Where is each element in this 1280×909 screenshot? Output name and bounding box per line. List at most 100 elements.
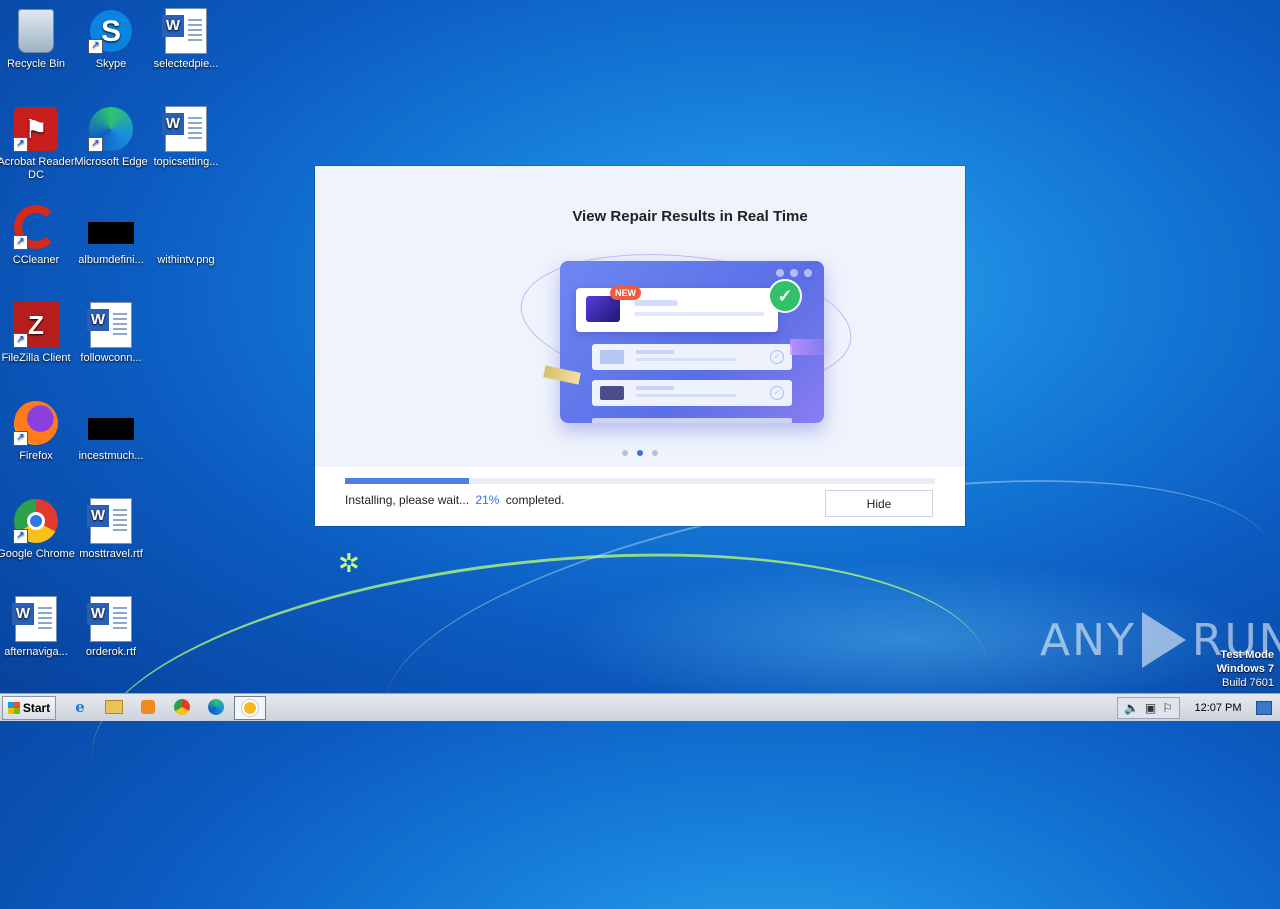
- desktop-icon-label: albumdefini...: [78, 254, 144, 266]
- desktop-icon-label: Recycle Bin: [6, 58, 66, 70]
- desktop-icon-chrome[interactable]: ↗ Google Chrome: [0, 498, 75, 561]
- desktop-icon-afternaviga[interactable]: W afternaviga...: [0, 596, 75, 659]
- glow-decoration: [790, 339, 834, 355]
- desktop-icon-recycle-bin[interactable]: Recycle Bin: [0, 8, 75, 71]
- taskbar-edge-button[interactable]: [206, 698, 226, 716]
- desktop-icon-label: Acrobat Reader DC: [0, 156, 75, 181]
- desktop-icon-label: Microsoft Edge: [74, 156, 148, 168]
- shortcut-arrow-icon: ↗: [88, 137, 103, 152]
- action-center-flag-icon[interactable]: ⚐: [1162, 701, 1173, 715]
- media-player-icon: [141, 700, 155, 714]
- os-label: Windows 7: [1216, 663, 1274, 675]
- desktop-icon-mosttravel[interactable]: W mosttravel.rtf: [72, 498, 150, 561]
- hide-button[interactable]: Hide: [825, 490, 933, 517]
- test-mode-label: Test Mode: [1220, 649, 1274, 661]
- install-progress-fill: [345, 478, 469, 484]
- shortcut-arrow-icon: ↗: [13, 431, 28, 446]
- status-suffix: completed.: [505, 493, 565, 507]
- shortcut-arrow-icon: ↗: [13, 333, 28, 348]
- desktop-icon-label: CCleaner: [12, 254, 60, 266]
- folder-icon: [105, 700, 123, 714]
- desktop-icon-filezilla[interactable]: Z ↗ FileZilla Client: [0, 302, 75, 365]
- desktop-icon-acrobat[interactable]: ⚑ ↗ Acrobat Reader DC: [0, 106, 75, 182]
- desktop-icon-withintv[interactable]: withintv.png: [147, 204, 225, 267]
- desktop-icon-label: afternaviga...: [4, 646, 68, 658]
- taskbar-chrome-button[interactable]: [172, 698, 192, 716]
- taskbar-explorer-button[interactable]: [104, 698, 124, 716]
- carousel-dot-active[interactable]: [637, 450, 643, 456]
- start-button[interactable]: Start: [2, 696, 56, 720]
- desktop-icon-label: incestmuch...: [78, 450, 144, 462]
- desktop-icon-label: orderok.rtf: [85, 646, 137, 658]
- new-badge: NEW: [610, 286, 641, 300]
- install-status-text: Installing, please wait... 21% completed…: [345, 493, 565, 507]
- illustration-panel: NEW ✓ ✓ ✓: [543, 261, 834, 423]
- volume-icon[interactable]: 🔈: [1124, 701, 1139, 715]
- desktop-icon-label: mosttravel.rtf: [79, 548, 143, 560]
- installer-dialog: View Repair Results in Real Time NEW ✓ ✓…: [315, 166, 965, 526]
- internet-explorer-icon: e: [75, 698, 85, 716]
- tray-icons: 🔈 ▣ ⚐: [1116, 696, 1180, 719]
- desktop-icon-albumdefini[interactable]: albumdefini...: [72, 204, 150, 267]
- watermark-left: ANY: [1040, 614, 1136, 666]
- window-dots-icon: [776, 269, 812, 277]
- word-document-icon: W: [87, 498, 132, 544]
- desktop-icon-incestmuch[interactable]: incestmuch...: [72, 400, 150, 463]
- desktop-icon-orderok[interactable]: W orderok.rtf: [72, 596, 150, 659]
- desktop-icon-label: followconn...: [80, 352, 142, 364]
- carousel-dot[interactable]: [652, 450, 658, 456]
- desktop-icon-followconn[interactable]: W followconn...: [72, 302, 150, 365]
- status-prefix: Installing, please wait...: [345, 493, 470, 507]
- word-document-icon: W: [87, 302, 132, 348]
- windows-logo-icon: [7, 702, 20, 714]
- illustration-card-main: NEW: [576, 286, 778, 332]
- taskbar-ie-button[interactable]: e: [70, 698, 90, 716]
- word-document-icon: W: [12, 596, 57, 642]
- image-thumbnail-icon: [163, 221, 209, 244]
- play-logo-icon: [1141, 612, 1186, 668]
- desktop-icon-label: topicsetting...: [153, 156, 219, 168]
- desktop-icon-edge[interactable]: ↗ Microsoft Edge: [72, 106, 150, 169]
- word-document-icon: W: [87, 596, 132, 642]
- edge-icon: [208, 699, 224, 715]
- image-thumbnail-icon: [88, 418, 134, 440]
- illustration-card-item: ✓: [592, 380, 792, 406]
- checkmark-icon: ✓: [768, 279, 802, 313]
- desktop-icon-label: withintv.png: [157, 254, 215, 266]
- taskbar-clock[interactable]: 12:07 PM: [1188, 702, 1248, 714]
- installer-app-icon: [242, 700, 258, 716]
- desktop-icon-selectedpie[interactable]: W selectedpie...: [147, 8, 225, 71]
- shortcut-arrow-icon: ↗: [88, 39, 103, 54]
- system-tray: 🔈 ▣ ⚐ 12:07 PM: [1116, 694, 1280, 721]
- desktop-icon-label: selectedpie...: [153, 58, 219, 70]
- taskbar-installer-button[interactable]: [234, 696, 266, 720]
- image-thumbnail-icon: [88, 222, 134, 244]
- dialog-title: View Repair Results in Real Time: [572, 208, 808, 225]
- desktop-icon-firefox[interactable]: ↗ Firefox: [0, 400, 75, 463]
- taskbar-media-player-button[interactable]: [138, 698, 158, 716]
- carousel-pager: [315, 450, 965, 456]
- shortcut-arrow-icon: ↗: [13, 137, 28, 152]
- network-icon[interactable]: ▣: [1145, 701, 1156, 715]
- word-document-icon: W: [162, 106, 207, 152]
- wallpaper-butterfly-icon: ✲: [338, 548, 360, 578]
- chrome-icon: [174, 699, 190, 715]
- shortcut-arrow-icon: ↗: [13, 529, 28, 544]
- carousel-dot[interactable]: [622, 450, 628, 456]
- desktop-icon-label: Google Chrome: [0, 548, 75, 560]
- recycle-bin-icon: [18, 9, 54, 53]
- desktop-icon-topicsetting[interactable]: W topicsetting...: [147, 106, 225, 169]
- check-circle-icon: ✓: [770, 350, 784, 364]
- desktop-icon-skype[interactable]: S ↗ Skype: [72, 8, 150, 71]
- check-circle-icon: ✓: [770, 386, 784, 400]
- desktop-icon-label: Firefox: [19, 450, 53, 462]
- taskbar: Start e 🔈 ▣ ⚐ 12:07 PM: [0, 693, 1280, 721]
- show-desktop-icon[interactable]: [1256, 700, 1272, 715]
- build-label: Build 7601: [1222, 677, 1274, 689]
- install-progress-bar: [345, 478, 935, 484]
- desktop-icon-label: Skype: [95, 58, 127, 70]
- word-document-icon: W: [162, 8, 207, 54]
- desktop-icon-ccleaner[interactable]: ↗ CCleaner: [0, 204, 75, 267]
- shortcut-arrow-icon: ↗: [13, 235, 28, 250]
- tape-decoration: [543, 365, 581, 385]
